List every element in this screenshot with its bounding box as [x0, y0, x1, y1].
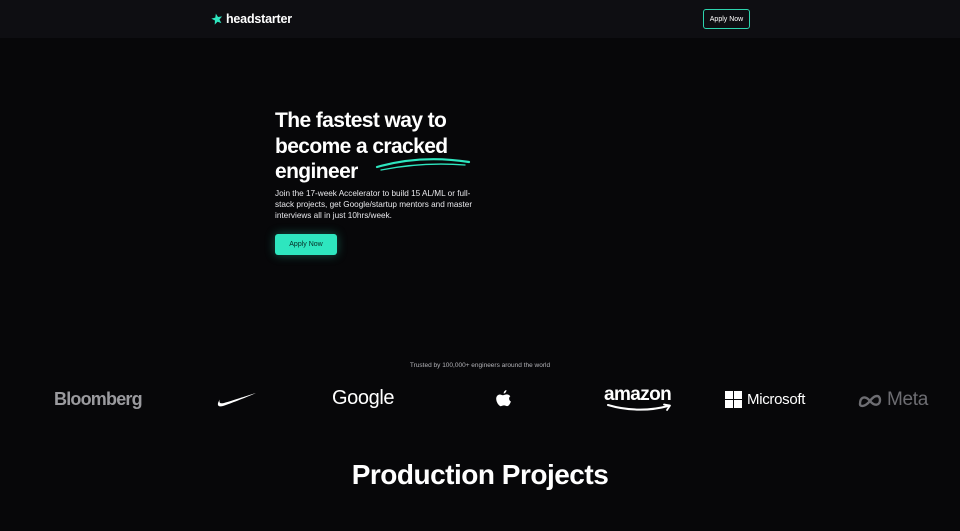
meta-infinity-icon [858, 394, 882, 407]
microsoft-logo: Microsoft [725, 391, 805, 408]
amazon-logo-text: amazon [604, 384, 672, 405]
logo-text: headstarter [226, 12, 292, 26]
amazon-logo: amazon [604, 385, 676, 412]
underline-swoosh-icon [375, 158, 471, 171]
nike-swoosh-icon [217, 392, 257, 408]
nav-apply-button[interactable]: Apply Now [703, 9, 750, 29]
meta-logo-text: Meta [887, 389, 929, 410]
trusted-caption: Trusted by 100,000+ engineers around the… [409, 362, 551, 369]
navbar: headstarter Apply Now [0, 0, 960, 38]
headstarter-logo[interactable]: headstarter [211, 11, 292, 27]
windows-grid-icon [725, 391, 742, 408]
hero-apply-button[interactable]: Apply Now [275, 234, 337, 255]
google-logo: Google [332, 387, 395, 409]
hero-title-line-1: The fastest way to [275, 109, 447, 132]
production-projects-heading: Production Projects [351, 459, 609, 490]
microsoft-logo-text: Microsoft [747, 391, 806, 408]
star-icon [211, 13, 223, 25]
hero-subtitle: Join the 17-week Accelerator to build 15… [275, 189, 473, 220]
hero-title: The fastest way to become a cracked engi… [275, 108, 515, 185]
apple-icon [494, 389, 512, 410]
meta-logo: Meta [857, 389, 928, 411]
amazon-smile-icon [607, 403, 671, 411]
bloomberg-logo: Bloomberg [54, 389, 143, 409]
